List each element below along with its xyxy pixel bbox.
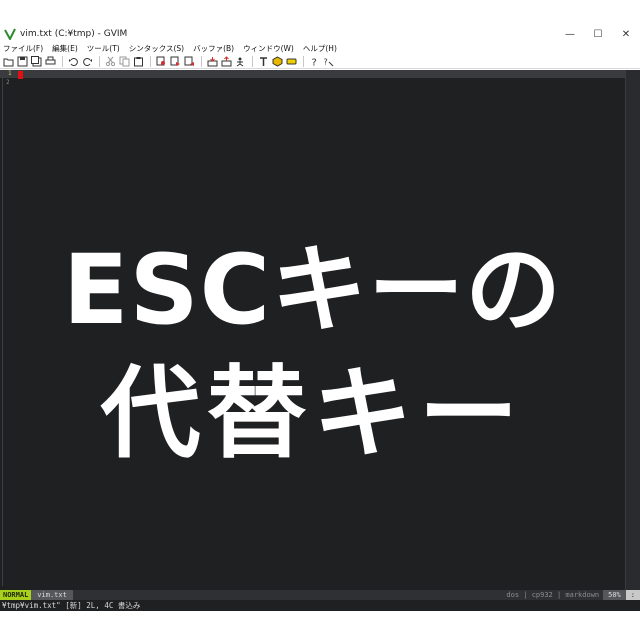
current-line-highlight (0, 70, 625, 78)
menu-buffers[interactable]: バッファ(B) (193, 43, 234, 54)
mode-indicator: NORMAL (0, 590, 32, 600)
cut-icon[interactable] (104, 55, 116, 67)
open-icon[interactable] (2, 55, 14, 67)
toolbar-separator (99, 55, 100, 67)
build-tags-icon[interactable] (271, 55, 283, 67)
cursor-position: : (625, 590, 640, 600)
toolbar: ? ? (0, 54, 640, 69)
vertical-scrollbar[interactable] (625, 70, 640, 590)
find-prev-icon[interactable] (183, 55, 195, 67)
load-session-icon[interactable] (206, 55, 218, 67)
vim-logo-icon (4, 28, 16, 40)
print-icon[interactable] (44, 55, 56, 67)
make-icon[interactable] (257, 55, 269, 67)
find-next-icon[interactable] (169, 55, 181, 67)
menu-syntax[interactable]: シンタックス(S) (129, 43, 184, 54)
title-bar: vim.txt (C:¥tmp) - GVIM — ☐ ✕ (0, 0, 640, 42)
scroll-percent: 50% (603, 590, 626, 600)
window-bottom-margin (0, 611, 640, 640)
toolbar-separator (252, 55, 253, 67)
save-all-icon[interactable] (30, 55, 42, 67)
menu-tools[interactable]: ツール(T) (87, 43, 120, 54)
paste-icon[interactable] (132, 55, 144, 67)
menu-window[interactable]: ウィンドウ(W) (243, 43, 294, 54)
command-line[interactable]: ¥tmp¥vim.txt" [新] 2L, 4C 書込み (0, 600, 640, 611)
toolbar-separator (303, 55, 304, 67)
file-info: dos | cp932 | markdown (506, 591, 600, 599)
help-icon[interactable]: ? (308, 55, 320, 67)
line-number: 1 (8, 70, 12, 77)
content-line-2: 代替キー (100, 355, 525, 472)
menu-file[interactable]: ファイル(F) (3, 43, 43, 54)
close-button[interactable]: ✕ (612, 26, 640, 42)
find-replace-icon[interactable] (155, 55, 167, 67)
line-number: 2 (6, 79, 10, 86)
minimize-button[interactable]: — (556, 26, 584, 42)
editor-area[interactable]: 1 2 ESCキーの 代替キー (0, 70, 640, 590)
window-title: vim.txt (C:¥tmp) - GVIM (20, 29, 128, 39)
svg-text:?: ? (311, 57, 316, 67)
run-script-icon[interactable] (234, 55, 246, 67)
redo-icon[interactable] (81, 55, 93, 67)
save-session-icon[interactable] (220, 55, 232, 67)
menu-edit[interactable]: 編集(E) (52, 43, 78, 54)
toolbar-separator (201, 55, 202, 67)
find-help-icon[interactable]: ? (322, 55, 334, 67)
status-line: NORMAL vim.txt dos | cp932 | markdown 50… (0, 590, 640, 600)
svg-text:?: ? (323, 57, 327, 66)
command-message: ¥tmp¥vim.txt" [新] 2L, 4C 書込み (2, 601, 141, 610)
jump-tag-icon[interactable] (285, 55, 297, 67)
save-icon[interactable] (16, 55, 28, 67)
content-line-1: ESCキーの (62, 234, 563, 346)
copy-icon[interactable] (118, 55, 130, 67)
toolbar-separator (150, 55, 151, 67)
menu-help[interactable]: ヘルプ(H) (303, 43, 337, 54)
text-cursor (18, 71, 23, 79)
status-filename: vim.txt (31, 590, 73, 600)
undo-icon[interactable] (67, 55, 79, 67)
toolbar-separator (62, 55, 63, 67)
maximize-button[interactable]: ☐ (584, 26, 612, 42)
gvim-window: vim.txt (C:¥tmp) - GVIM — ☐ ✕ ファイル(F) 編集… (0, 0, 640, 640)
menu-bar: ファイル(F) 編集(E) ツール(T) シンタックス(S) バッファ(B) ウ… (0, 42, 640, 54)
